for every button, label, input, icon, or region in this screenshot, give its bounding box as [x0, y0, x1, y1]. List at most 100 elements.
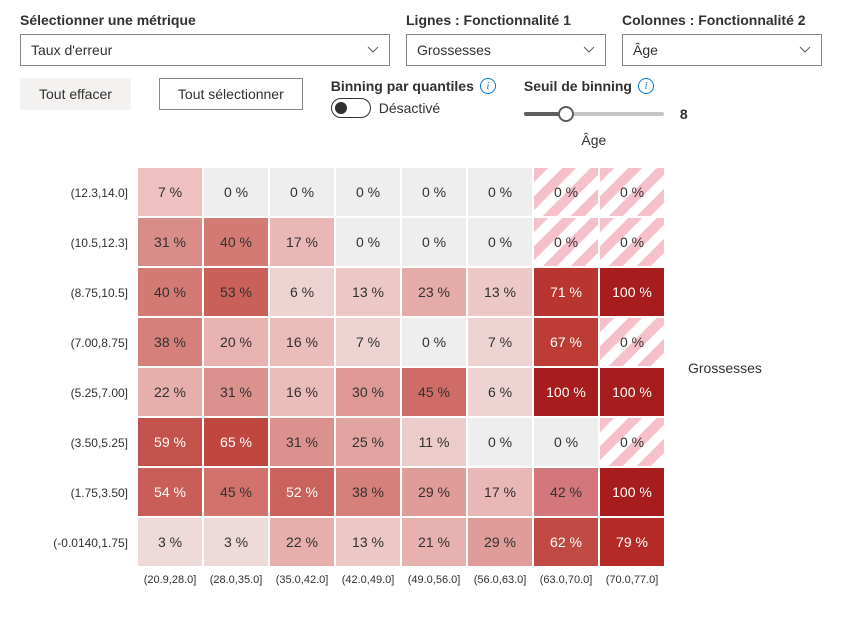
heatmap-cell[interactable]: 100 % [600, 268, 664, 316]
heatmap-cell[interactable]: 67 % [534, 318, 598, 366]
row-axis-tick: (8.75,10.5] [20, 268, 138, 318]
heatmap-cell[interactable]: 31 % [204, 368, 268, 416]
col-axis-tick: (49.0,56.0] [402, 574, 466, 586]
info-icon[interactable]: i [638, 78, 654, 94]
heatmap-cell[interactable]: 22 % [270, 518, 334, 566]
heatmap-cell[interactable]: 0 % [468, 168, 532, 216]
binning-threshold-value: 8 [680, 106, 688, 122]
heatmap-cell[interactable]: 100 % [600, 368, 664, 416]
heatmap-cell[interactable]: 100 % [600, 468, 664, 516]
heatmap-cell[interactable]: 0 % [534, 218, 598, 266]
heatmap-cell[interactable]: 7 % [336, 318, 400, 366]
heatmap-cell[interactable]: 6 % [270, 268, 334, 316]
heatmap-cell[interactable]: 40 % [138, 268, 202, 316]
heatmap-cell[interactable]: 31 % [270, 418, 334, 466]
col-axis-tick: (63.0,70.0] [534, 574, 598, 586]
heatmap-cell[interactable]: 0 % [600, 318, 664, 366]
heatmap-cell[interactable]: 0 % [468, 418, 532, 466]
heatmap-cell[interactable]: 38 % [336, 468, 400, 516]
heatmap-cell[interactable]: 0 % [534, 418, 598, 466]
heatmap-cell[interactable]: 53 % [204, 268, 268, 316]
heatmap-cell[interactable]: 31 % [138, 218, 202, 266]
heatmap-cell[interactable]: 45 % [204, 468, 268, 516]
heatmap-cell[interactable]: 0 % [204, 168, 268, 216]
chevron-down-icon [799, 44, 811, 56]
heatmap-cell[interactable]: 59 % [138, 418, 202, 466]
heatmap-cell[interactable]: 52 % [270, 468, 334, 516]
metric-dropdown[interactable]: Taux d'erreur [20, 34, 390, 66]
heatmap-cell[interactable]: 20 % [204, 318, 268, 366]
row-axis-tick: (10.5,12.3] [20, 218, 138, 268]
heatmap-cell[interactable]: 3 % [138, 518, 202, 566]
slider-thumb[interactable] [558, 106, 574, 122]
heatmap-cell[interactable]: 25 % [336, 418, 400, 466]
heatmap-cell[interactable]: 0 % [534, 168, 598, 216]
heatmap-cell[interactable]: 13 % [336, 268, 400, 316]
binning-threshold-label: Seuil de binning [524, 78, 632, 94]
heatmap-cell[interactable]: 42 % [534, 468, 598, 516]
row-axis-tick: (12.3,14.0] [20, 168, 138, 218]
binning-threshold-slider[interactable] [524, 112, 664, 116]
heatmap-cell[interactable]: 40 % [204, 218, 268, 266]
row-axis-tick: (5.25,7.00] [20, 368, 138, 418]
chevron-down-icon [367, 44, 379, 56]
col-axis-tick: (70.0,77.0] [600, 574, 664, 586]
heatmap-cell[interactable]: 54 % [138, 468, 202, 516]
cols-dropdown[interactable]: Âge [622, 34, 822, 66]
heatmap-cell[interactable]: 0 % [600, 168, 664, 216]
heatmap-cell[interactable]: 3 % [204, 518, 268, 566]
heatmap-cell[interactable]: 23 % [402, 268, 466, 316]
quantile-toggle[interactable] [331, 98, 371, 118]
heatmap-cell[interactable]: 11 % [402, 418, 466, 466]
heatmap-cell[interactable]: 17 % [270, 218, 334, 266]
heatmap-cell[interactable]: 17 % [468, 468, 532, 516]
heatmap-cell[interactable]: 0 % [600, 418, 664, 466]
heatmap-cell[interactable]: 13 % [468, 268, 532, 316]
row-axis-tick: (1.75,3.50] [20, 468, 138, 518]
heatmap-cell[interactable]: 45 % [402, 368, 466, 416]
metric-dropdown-value: Taux d'erreur [31, 42, 112, 58]
cols-dropdown-value: Âge [633, 42, 658, 58]
chevron-down-icon [583, 44, 595, 56]
col-axis-tick: (35.0,42.0] [270, 574, 334, 586]
binning-threshold-sublabel: Âge [524, 132, 664, 148]
heatmap-cell[interactable]: 16 % [270, 368, 334, 416]
heatmap-cell[interactable]: 21 % [402, 518, 466, 566]
heatmap-cell[interactable]: 0 % [468, 218, 532, 266]
clear-all-button[interactable]: Tout effacer [20, 78, 131, 110]
heatmap-cell[interactable]: 0 % [600, 218, 664, 266]
row-axis-tick: (3.50,5.25] [20, 418, 138, 468]
col-axis-tick: (28.0,35.0] [204, 574, 268, 586]
toggle-thumb [335, 102, 347, 114]
heatmap-cell[interactable]: 30 % [336, 368, 400, 416]
row-axis-tick: (-0.0140,1.75] [20, 518, 138, 568]
heatmap-cell[interactable]: 0 % [336, 218, 400, 266]
heatmap-cell[interactable]: 0 % [402, 218, 466, 266]
select-all-button[interactable]: Tout sélectionner [159, 78, 303, 110]
heatmap-cell[interactable]: 79 % [600, 518, 664, 566]
quantile-toggle-label: Binning par quantiles [331, 78, 474, 94]
quantile-toggle-state: Désactivé [379, 100, 440, 116]
heatmap-cell[interactable]: 0 % [270, 168, 334, 216]
col-axis-tick: (42.0,49.0] [336, 574, 400, 586]
heatmap-cell[interactable]: 0 % [402, 168, 466, 216]
heatmap-cell[interactable]: 16 % [270, 318, 334, 366]
heatmap-grid: 7 %0 %0 %0 %0 %0 %0 %0 %31 %40 %17 %0 %0… [138, 168, 664, 568]
heatmap-cell[interactable]: 7 % [468, 318, 532, 366]
rows-dropdown[interactable]: Grossesses [406, 34, 606, 66]
heatmap-cell[interactable]: 7 % [138, 168, 202, 216]
heatmap-cell[interactable]: 22 % [138, 368, 202, 416]
heatmap-cell[interactable]: 13 % [336, 518, 400, 566]
heatmap-cell[interactable]: 100 % [534, 368, 598, 416]
heatmap-cell[interactable]: 29 % [402, 468, 466, 516]
heatmap-cell[interactable]: 71 % [534, 268, 598, 316]
heatmap-cell[interactable]: 38 % [138, 318, 202, 366]
heatmap-cell[interactable]: 65 % [204, 418, 268, 466]
rows-dropdown-label: Lignes : Fonctionnalité 1 [406, 12, 606, 28]
heatmap-cell[interactable]: 29 % [468, 518, 532, 566]
heatmap-cell[interactable]: 62 % [534, 518, 598, 566]
heatmap-cell[interactable]: 0 % [402, 318, 466, 366]
heatmap-cell[interactable]: 0 % [336, 168, 400, 216]
heatmap-cell[interactable]: 6 % [468, 368, 532, 416]
info-icon[interactable]: i [480, 78, 496, 94]
